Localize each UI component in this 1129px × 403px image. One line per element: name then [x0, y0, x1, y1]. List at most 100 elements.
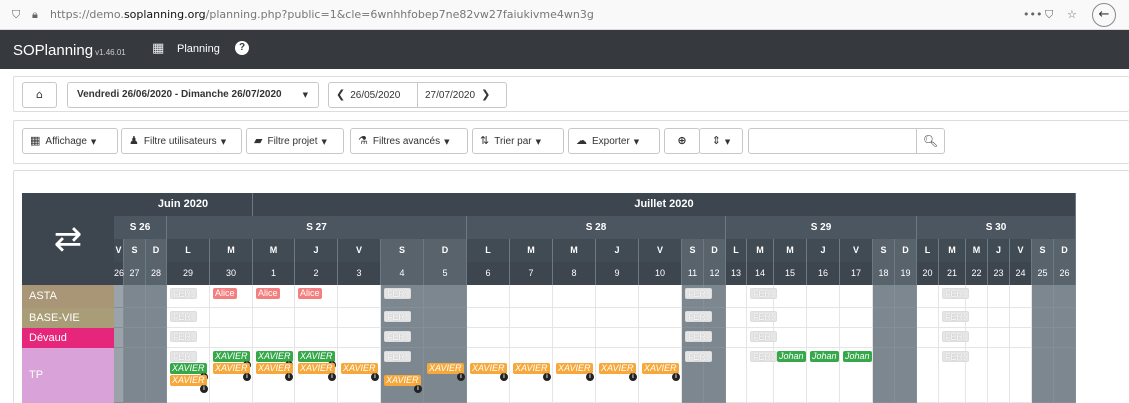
- day-cell[interactable]: [146, 285, 167, 308]
- day-cell[interactable]: [639, 328, 682, 348]
- task-johan[interactable]: Johan: [777, 351, 806, 362]
- brand[interactable]: SOPlanning v1.46.01: [13, 42, 126, 59]
- day-cell[interactable]: [966, 348, 988, 403]
- day-cell[interactable]: [124, 308, 146, 328]
- day-cell[interactable]: [295, 328, 338, 348]
- filtre-projet-button[interactable]: ▰ Filtre projet ▼: [246, 128, 344, 154]
- day-cell[interactable]: [917, 348, 939, 403]
- next-period-button[interactable]: 27/07/2020 ❯: [417, 82, 507, 108]
- day-cell[interactable]: [253, 328, 295, 348]
- day-cell[interactable]: [338, 328, 381, 348]
- day-cell[interactable]: [1054, 308, 1076, 328]
- info-icon[interactable]: i: [586, 373, 594, 381]
- task-fer[interactable]: FER.: [384, 351, 411, 362]
- search-input[interactable]: [748, 128, 917, 154]
- day-cell[interactable]: [596, 285, 639, 308]
- shield-icon[interactable]: ⛉: [12, 8, 20, 22]
- day-cell[interactable]: [1010, 308, 1032, 328]
- task-xorange[interactable]: XAVIER: [556, 363, 593, 374]
- day-cell[interactable]: [1010, 285, 1032, 308]
- task-xorange[interactable]: XAVIER: [513, 363, 550, 374]
- day-cell[interactable]: [917, 285, 939, 308]
- info-icon[interactable]: i: [457, 373, 465, 381]
- pocket-icon[interactable]: ⛉: [1045, 8, 1053, 22]
- day-cell[interactable]: [726, 328, 747, 348]
- back-arrow-icon[interactable]: ←: [1092, 3, 1116, 27]
- day-cell[interactable]: [510, 285, 553, 308]
- day-cell[interactable]: [726, 348, 747, 403]
- info-icon[interactable]: i: [328, 373, 336, 381]
- day-cell[interactable]: [338, 308, 381, 328]
- day-cell[interactable]: [424, 308, 467, 328]
- day-cell[interactable]: [114, 328, 124, 348]
- info-icon[interactable]: i: [243, 373, 251, 381]
- day-cell[interactable]: [210, 328, 253, 348]
- day-cell[interactable]: [124, 285, 146, 308]
- day-cell[interactable]: [146, 308, 167, 328]
- menu-planning[interactable]: Planning: [177, 43, 220, 55]
- bookmark-star-icon[interactable]: ☆: [1067, 8, 1077, 21]
- day-cell[interactable]: [295, 308, 338, 328]
- day-cell[interactable]: [895, 348, 917, 403]
- task-fer[interactable]: FER.: [170, 351, 197, 362]
- day-cell[interactable]: [895, 328, 917, 348]
- task-fer[interactable]: FER.: [750, 288, 777, 299]
- day-cell[interactable]: [596, 328, 639, 348]
- url-field[interactable]: https://demo.soplanning.org/planning.php…: [50, 8, 594, 21]
- task-fer[interactable]: FER.: [685, 351, 712, 362]
- day-cell[interactable]: [966, 308, 988, 328]
- day-cell[interactable]: [895, 308, 917, 328]
- day-cell[interactable]: [873, 285, 895, 308]
- task-fer[interactable]: FER.: [170, 288, 197, 299]
- day-cell[interactable]: [807, 285, 840, 308]
- info-icon[interactable]: i: [285, 373, 293, 381]
- task-xgreen[interactable]: XAVIER: [170, 363, 207, 374]
- task-johan[interactable]: Johan: [843, 351, 872, 362]
- day-cell[interactable]: [873, 348, 895, 403]
- day-cell[interactable]: [510, 308, 553, 328]
- day-cell[interactable]: [1010, 328, 1032, 348]
- row-label[interactable]: TP: [22, 348, 114, 403]
- day-cell[interactable]: [553, 285, 596, 308]
- trier-par-button[interactable]: ⇅ Trier par ▼: [472, 128, 564, 154]
- task-xorange[interactable]: XAVIER: [599, 363, 636, 374]
- day-cell[interactable]: [639, 308, 682, 328]
- task-xorange[interactable]: XAVIER: [170, 375, 207, 386]
- day-cell[interactable]: [988, 328, 1010, 348]
- day-cell[interactable]: [146, 348, 167, 403]
- info-icon[interactable]: i: [500, 373, 508, 381]
- day-cell[interactable]: [1010, 348, 1032, 403]
- day-cell[interactable]: [1032, 348, 1054, 403]
- filtres-avances-button[interactable]: ⚗ Filtres avancés ▼: [350, 128, 468, 154]
- row-height-button[interactable]: ⇕ ▼: [699, 128, 743, 154]
- day-cell[interactable]: [424, 328, 467, 348]
- row-label[interactable]: Dévaud: [22, 328, 114, 348]
- task-fer[interactable]: FER.: [384, 311, 411, 322]
- task-fer[interactable]: FER.: [942, 311, 969, 322]
- task-fer[interactable]: FER.: [750, 311, 777, 322]
- home-button[interactable]: ⌂: [22, 82, 57, 108]
- day-cell[interactable]: [726, 308, 747, 328]
- task-fer[interactable]: FER.: [750, 351, 777, 362]
- day-cell[interactable]: [1054, 285, 1076, 308]
- day-cell[interactable]: [988, 348, 1010, 403]
- day-cell[interactable]: [1054, 328, 1076, 348]
- day-cell[interactable]: [873, 328, 895, 348]
- task-alice[interactable]: Alice: [298, 288, 322, 299]
- task-johan[interactable]: Johan: [810, 351, 839, 362]
- task-fer[interactable]: FER.: [384, 288, 411, 299]
- info-icon[interactable]: i: [371, 373, 379, 381]
- task-fer[interactable]: FER.: [750, 331, 777, 342]
- search-button[interactable]: 🔍︎: [916, 128, 945, 154]
- day-cell[interactable]: [639, 285, 682, 308]
- day-cell[interactable]: [895, 285, 917, 308]
- task-fer[interactable]: FER.: [942, 331, 969, 342]
- task-fer[interactable]: FER.: [170, 331, 197, 342]
- day-cell[interactable]: [966, 328, 988, 348]
- day-cell[interactable]: [840, 328, 873, 348]
- day-cell[interactable]: [807, 328, 840, 348]
- task-fer[interactable]: FER.: [685, 288, 712, 299]
- day-cell[interactable]: [1032, 285, 1054, 308]
- task-alice[interactable]: Alice: [213, 288, 237, 299]
- info-icon[interactable]: i: [672, 373, 680, 381]
